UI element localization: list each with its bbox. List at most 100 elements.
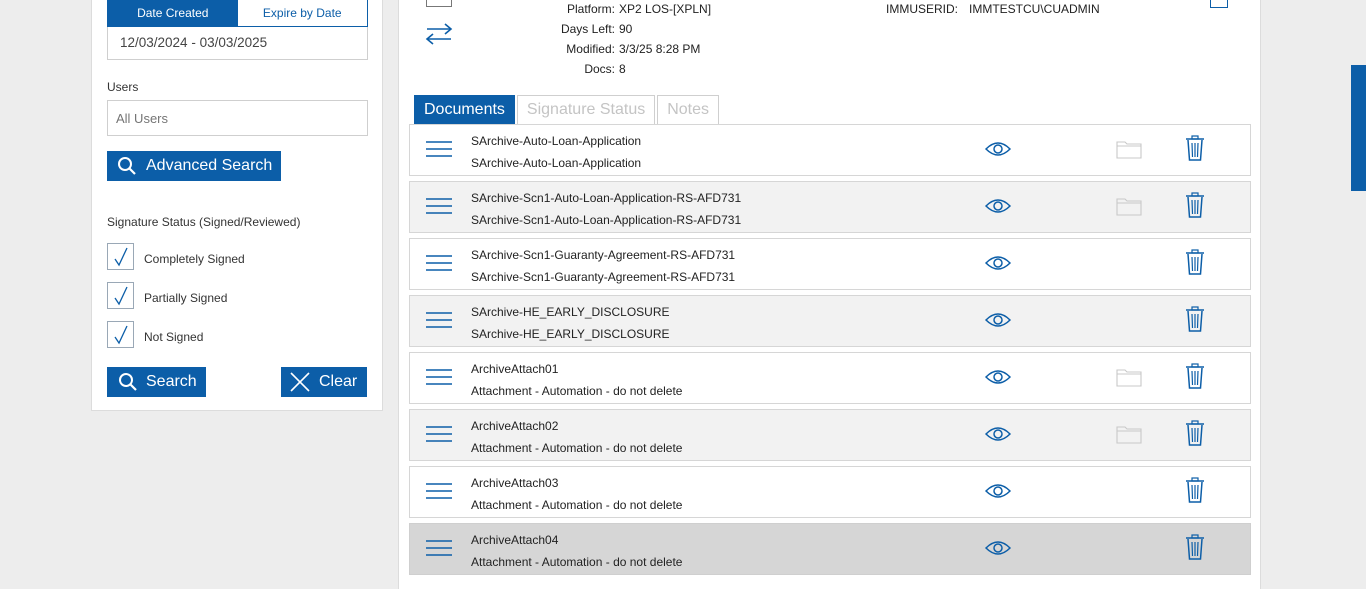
meta-days-left: Days Left: 90 [515,22,632,36]
drag-handle-icon[interactable] [426,196,452,221]
document-description: Attachment - Automation - do not delete [471,384,683,398]
document-row[interactable]: ArchiveAttach04 Attachment - Automation -… [409,523,1251,575]
tab-documents[interactable]: Documents [414,95,515,124]
document-name: SArchive-Scn1-Auto-Loan-Application-RS-A… [471,191,742,205]
days-left-value: 90 [619,22,633,36]
check-icon [113,286,128,305]
drag-handle-icon[interactable] [426,310,452,335]
checkbox[interactable] [107,282,134,309]
document-row[interactable]: ArchiveAttach02 Attachment - Automation -… [409,409,1251,461]
trash-icon[interactable] [1185,192,1205,223]
search-label: Search [146,373,197,390]
search-button[interactable]: Search [107,367,206,397]
immuserid-label: IMMUSERID: [886,2,958,16]
drag-handle-icon[interactable] [426,139,452,164]
document-description: SArchive-Auto-Loan-Application [471,156,642,170]
panel-checkbox[interactable] [1210,0,1228,8]
document-row[interactable]: SArchive-Scn1-Auto-Loan-Application-RS-A… [409,181,1251,233]
view-eye-icon[interactable] [984,539,1012,562]
docs-value: 8 [619,62,626,76]
search-icon [118,157,136,175]
document-name: ArchiveAttach01 [471,362,559,376]
tab-notes[interactable]: Notes [657,95,720,124]
document-name: SArchive-Auto-Loan-Application [471,134,642,148]
document-description: Attachment - Automation - do not delete [471,441,683,455]
trash-icon[interactable] [1185,249,1205,280]
docs-label: Docs: [584,62,615,76]
filter-panel: Date Created Expire by Date 12/03/2024 -… [91,0,383,411]
document-row[interactable]: ArchiveAttach01 Attachment - Automation -… [409,352,1251,404]
meta-immuserid: IMMUSERID: IMMTESTCU\CUADMIN [886,2,1100,16]
folder-icon[interactable] [1116,196,1142,221]
drag-handle-icon[interactable] [426,424,452,449]
date-filter-tabs: Date Created Expire by Date [107,0,368,27]
modified-value: 3/3/25 8:28 PM [619,42,701,56]
search-icon [119,373,137,391]
immuserid-value: IMMTESTCU\CUADMIN [969,2,1100,16]
select-checkbox[interactable] [426,0,452,7]
document-name: SArchive-HE_EARLY_DISCLOSURE [471,305,670,319]
close-icon [290,372,310,392]
view-eye-icon[interactable] [984,311,1012,334]
document-description: SArchive-Scn1-Guaranty-Agreement-RS-AFD7… [471,270,736,284]
document-description: SArchive-HE_EARLY_DISCLOSURE [471,327,670,341]
date-range-input[interactable]: 12/03/2024 - 03/03/2025 [107,27,368,60]
drag-handle-icon[interactable] [426,538,452,563]
document-description: Attachment - Automation - do not delete [471,498,683,512]
folder-icon[interactable] [1116,139,1142,164]
checkbox-label: Completely Signed [144,251,245,266]
advanced-search-button[interactable]: Advanced Search [107,151,281,181]
advanced-search-label: Advanced Search [146,157,273,174]
days-left-label: Days Left: [560,22,615,36]
document-row[interactable]: SArchive-HE_EARLY_DISCLOSURE SArchive-HE_… [409,295,1251,347]
side-drawer-handle[interactable] [1351,65,1366,191]
tab-signature-status[interactable]: Signature Status [516,95,656,124]
trash-icon[interactable] [1185,135,1205,166]
view-eye-icon[interactable] [984,482,1012,505]
view-eye-icon[interactable] [984,197,1012,220]
checkbox[interactable] [107,321,134,348]
document-description: Attachment - Automation - do not delete [471,555,683,569]
checkbox[interactable] [107,243,134,270]
checkbox-label: Not Signed [144,329,204,344]
view-eye-icon[interactable] [984,425,1012,448]
view-eye-icon[interactable] [984,368,1012,391]
document-name: ArchiveAttach02 [471,419,559,433]
users-input[interactable] [107,100,368,136]
document-row[interactable]: SArchive-Scn1-Guaranty-Agreement-RS-AFD7… [409,238,1251,290]
platform-value: XP2 LOS-[XPLN] [619,2,712,16]
drag-handle-icon[interactable] [426,481,452,506]
meta-modified: Modified: 3/3/25 8:28 PM [515,42,700,56]
trash-icon[interactable] [1185,363,1205,394]
document-row[interactable]: ArchiveAttach03 Attachment - Automation -… [409,466,1251,518]
drag-handle-icon[interactable] [426,367,452,392]
checkbox-completely-signed[interactable]: Completely Signed [107,243,245,270]
package-detail-panel: Platform: XP2 LOS-[XPLN] Days Left: 90 Mod… [398,0,1261,589]
detail-tabs: Documents Signature Status Notes [414,95,721,124]
meta-docs: Docs: 8 [515,62,626,76]
trash-icon[interactable] [1185,420,1205,451]
tab-expire-by-date[interactable]: Expire by Date [237,0,367,26]
trash-icon[interactable] [1185,534,1205,565]
folder-icon[interactable] [1116,367,1142,392]
view-eye-icon[interactable] [984,254,1012,277]
modified-label: Modified: [566,42,615,56]
trash-icon[interactable] [1185,477,1205,508]
check-icon [113,325,128,344]
trash-icon[interactable] [1185,306,1205,337]
document-name: SArchive-Scn1-Guaranty-Agreement-RS-AFD7… [471,248,736,262]
folder-icon[interactable] [1116,424,1142,449]
clear-button[interactable]: Clear [281,367,367,397]
checkbox-partially-signed[interactable]: Partially Signed [107,282,227,309]
swap-arrows-icon[interactable] [425,23,453,50]
tab-date-created[interactable]: Date Created [108,0,238,26]
document-name: ArchiveAttach03 [471,476,559,490]
platform-label: Platform: [566,2,615,16]
view-eye-icon[interactable] [984,140,1012,163]
checkbox-label: Partially Signed [144,290,228,305]
drag-handle-icon[interactable] [426,253,452,278]
document-row[interactable]: SArchive-Auto-Loan-Application SArchive-A… [409,124,1251,176]
check-icon [113,247,128,266]
checkbox-not-signed[interactable]: Not Signed [107,321,203,348]
users-label: Users [107,80,139,94]
